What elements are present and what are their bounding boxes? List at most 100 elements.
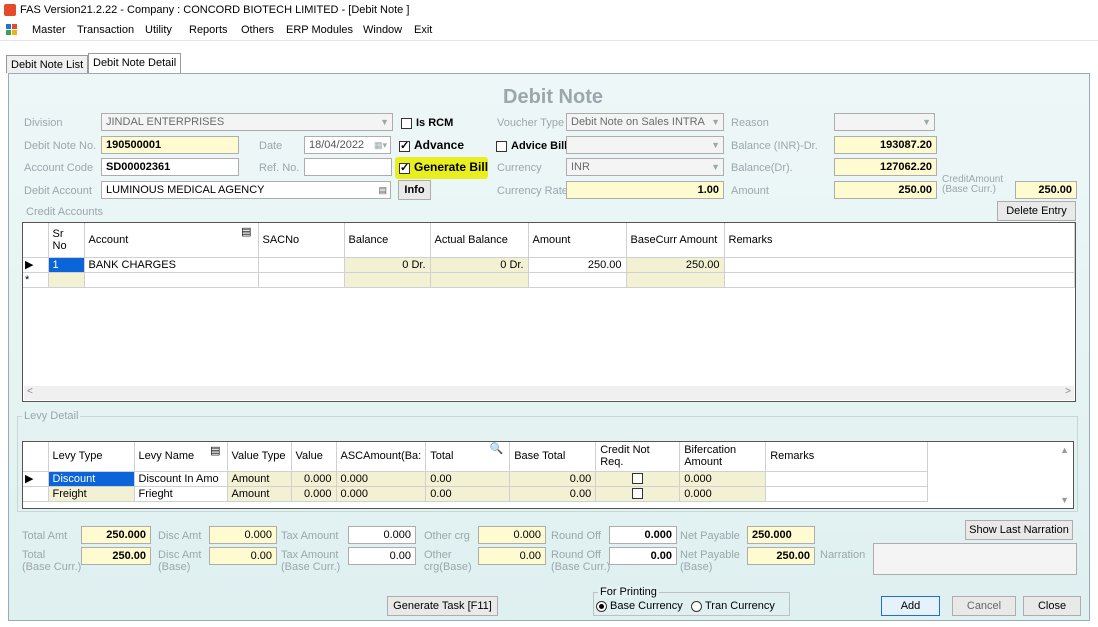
grid-col-credit-not-req[interactable]: Credit Not Req. <box>595 442 681 472</box>
reason-select[interactable]: ▼ <box>834 113 935 131</box>
grid-col-levy-type[interactable]: Levy Type <box>48 442 135 472</box>
cell-credit-not-req[interactable] <box>595 486 681 502</box>
cell-remarks[interactable] <box>765 486 929 502</box>
row-indicator[interactable] <box>23 486 49 502</box>
debit-account-input[interactable]: LUMINOUS MEDICAL AGENCY ▤ <box>101 181 391 199</box>
grid-col-remarks[interactable]: Remarks <box>765 442 929 472</box>
grid-col-bifercation-amount[interactable]: Bifercation Amount <box>679 442 767 472</box>
cell-basecurr-amount[interactable]: 250.00 <box>626 257 725 273</box>
cell-empty[interactable] <box>626 272 725 288</box>
cell-value[interactable]: 0.000 <box>291 486 337 502</box>
cell-empty[interactable] <box>48 272 85 288</box>
cell-actual-balance[interactable]: 0 Dr. <box>430 257 529 273</box>
cell-bifercation-amount[interactable]: 0.000 <box>679 471 767 487</box>
cell-empty[interactable] <box>724 272 1075 288</box>
cell-levy-name[interactable]: Frieght <box>134 486 228 502</box>
cell-empty[interactable] <box>528 272 627 288</box>
scroll-left-icon[interactable]: < <box>27 386 33 397</box>
grid-col-asc-amount[interactable]: ASCAmount(Ba: <box>336 442 427 472</box>
scroll-up-icon[interactable]: ▲ <box>1060 445 1069 455</box>
table-row[interactable]: Freight Frieght Amount 0.000 0.000 0.00 … <box>23 486 929 502</box>
cell-credit-not-req[interactable] <box>595 471 681 487</box>
cell-value-type[interactable]: Amount <box>227 471 292 487</box>
menu-master[interactable]: Master <box>32 24 66 36</box>
grid-col-basecurr-amount[interactable]: BaseCurr Amount <box>626 223 725 258</box>
menu-transaction[interactable]: Transaction <box>77 24 134 36</box>
advice-bill-select[interactable]: ▼ <box>566 136 724 154</box>
grid-col-base-total[interactable]: Base Total <box>509 442 597 472</box>
add-button[interactable]: Add <box>881 596 940 616</box>
horizontal-scrollbar[interactable]: < > <box>24 386 1074 400</box>
division-select[interactable]: JINDAL ENTERPRISES ▼ <box>101 113 393 131</box>
grid-col-sacno[interactable]: SACNo <box>258 223 345 258</box>
scroll-right-icon[interactable]: > <box>1065 386 1071 397</box>
cell-total[interactable]: 0.00 <box>425 486 511 502</box>
mdi-window-icon[interactable] <box>6 24 19 36</box>
cell-empty[interactable] <box>430 272 529 288</box>
cell-levy-type[interactable]: Discount <box>48 471 135 487</box>
cell-remarks[interactable] <box>724 257 1075 273</box>
cell-balance[interactable]: 0 Dr. <box>344 257 431 273</box>
cell-bifercation-amount[interactable]: 0.000 <box>679 486 767 502</box>
delete-entry-button[interactable]: Delete Entry <box>997 201 1076 221</box>
grid-col-total[interactable]: Total 🔍 <box>425 442 511 472</box>
voucher-type-select[interactable]: Debit Note on Sales INTRA ▼ <box>566 113 724 131</box>
cell-account[interactable]: BANK CHARGES <box>84 257 259 273</box>
generate-task-button[interactable]: Generate Task [F11] <box>387 596 498 616</box>
cell-asc-amount[interactable]: 0.000 <box>336 486 427 502</box>
date-picker[interactable]: 18/04/2022 ▦▾ <box>304 136 391 154</box>
grid-col-account[interactable]: Account ▤ <box>84 223 259 258</box>
menu-window[interactable]: Window <box>363 24 402 36</box>
cell-asc-amount[interactable]: 0.000 <box>336 471 427 487</box>
checkbox-icon[interactable] <box>632 488 644 500</box>
tab-debit-note-detail[interactable]: Debit Note Detail <box>88 53 182 73</box>
tab-debit-note-list[interactable]: Debit Note List <box>6 55 89 73</box>
ref-no-input[interactable] <box>304 158 392 176</box>
info-button[interactable]: Info <box>398 180 431 200</box>
menu-utility[interactable]: Utility <box>145 24 172 36</box>
close-button[interactable]: Close <box>1023 596 1081 616</box>
cell-amount[interactable]: 250.00 <box>528 257 627 273</box>
generate-bill-checkbox[interactable]: Generate Bill <box>399 160 488 174</box>
show-last-narration-button[interactable]: Show Last Narration <box>965 520 1073 540</box>
row-selector-icon[interactable]: ▶ <box>23 257 49 273</box>
grid-col-value[interactable]: Value <box>291 442 337 472</box>
grid-col-sr-no[interactable]: Sr No <box>48 223 85 258</box>
currency-rate-input[interactable]: 1.00 <box>566 181 724 199</box>
cell-empty[interactable] <box>344 272 431 288</box>
row-selector-icon[interactable]: ▶ <box>23 471 49 487</box>
tran-currency-radio[interactable]: Tran Currency <box>691 600 775 612</box>
currency-select[interactable]: INR ▼ <box>566 158 724 176</box>
table-row[interactable]: ▶ 1 BANK CHARGES 0 Dr. 0 Dr. 250.00 250.… <box>23 257 1075 273</box>
menu-others[interactable]: Others <box>241 24 274 36</box>
base-currency-radio[interactable]: Base Currency <box>596 600 683 612</box>
cell-sr-no[interactable]: 1 <box>48 257 85 273</box>
menu-reports[interactable]: Reports <box>189 24 228 36</box>
cell-empty[interactable] <box>258 272 345 288</box>
scroll-down-icon[interactable]: ▼ <box>1060 495 1069 505</box>
levy-grid[interactable]: Levy Type Levy Name ▤ Value Type Value AS… <box>22 441 1074 509</box>
cell-empty[interactable] <box>84 272 259 288</box>
cell-total[interactable]: 0.00 <box>425 471 511 487</box>
menu-exit[interactable]: Exit <box>414 24 432 36</box>
table-new-row[interactable]: * <box>23 272 1075 288</box>
menu-erp-modules[interactable]: ERP Modules <box>286 24 353 36</box>
round-off-input[interactable]: 0.000 <box>609 526 677 544</box>
grid-col-remarks[interactable]: Remarks <box>724 223 1075 258</box>
cell-base-total[interactable]: 0.00 <box>509 471 597 487</box>
cell-base-total[interactable]: 0.00 <box>509 486 597 502</box>
table-row[interactable]: ▶ Discount Discount In Amo Amount 0.000 … <box>23 471 929 487</box>
checkbox-icon[interactable] <box>632 473 644 485</box>
cancel-button[interactable]: Cancel <box>952 596 1016 616</box>
account-code-input[interactable]: SD00002361 <box>101 158 239 176</box>
cell-remarks[interactable] <box>765 471 929 487</box>
grid-col-amount[interactable]: Amount <box>528 223 627 258</box>
cell-value-type[interactable]: Amount <box>227 486 292 502</box>
advance-checkbox[interactable]: Advance <box>399 138 464 152</box>
narration-input[interactable] <box>873 543 1077 575</box>
grid-col-balance[interactable]: Balance <box>344 223 431 258</box>
grid-col-value-type[interactable]: Value Type <box>227 442 292 472</box>
cell-levy-name[interactable]: Discount In Amo <box>134 471 228 487</box>
cell-levy-type[interactable]: Freight <box>48 486 135 502</box>
grid-col-levy-name[interactable]: Levy Name ▤ <box>134 442 228 472</box>
